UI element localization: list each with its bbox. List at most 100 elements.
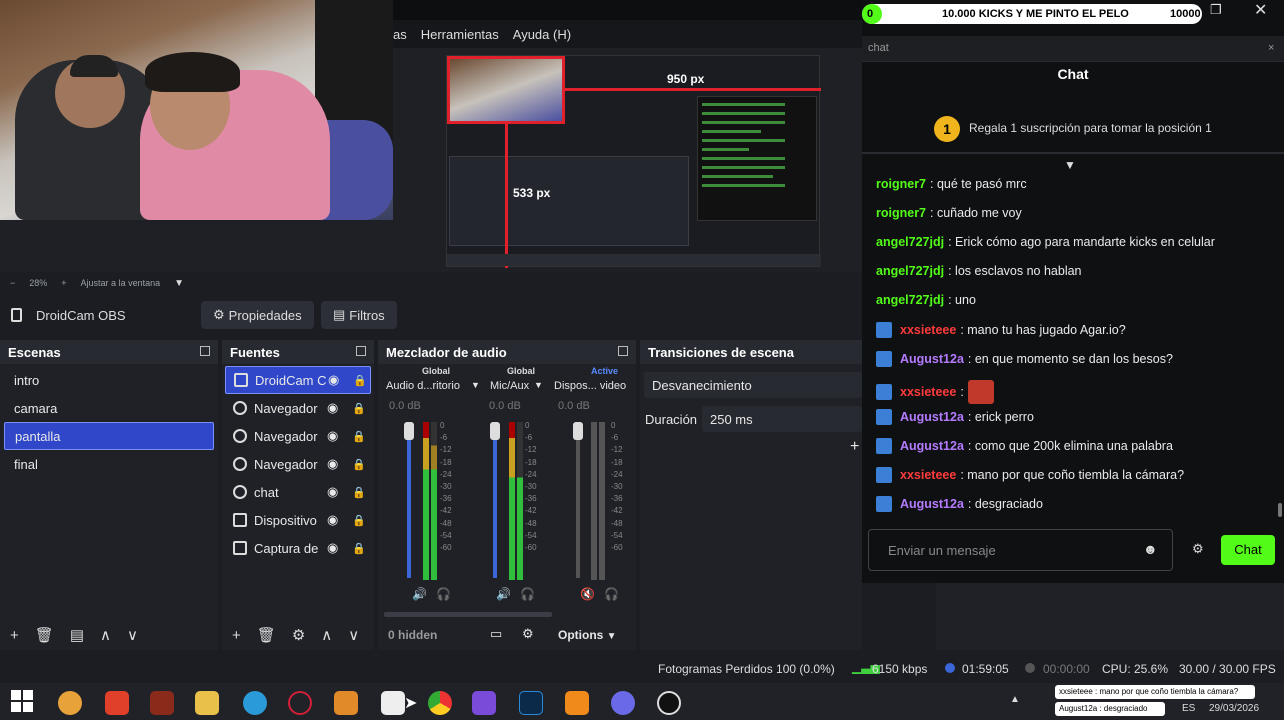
chat-username[interactable]: August12a (900, 410, 964, 424)
app-icon[interactable] (105, 691, 129, 715)
source-item[interactable]: Captura de ◉ 🔒 (225, 534, 371, 562)
menu-item-tools[interactable]: Herramientas (421, 27, 499, 42)
source-item[interactable]: chat ◉ 🔒 (225, 478, 371, 506)
scene-item-selected[interactable]: pantalla (4, 422, 214, 450)
chevron-up-icon[interactable]: ▲ (1010, 694, 1020, 705)
eye-icon[interactable]: ◉ (327, 512, 338, 528)
chat-username[interactable]: August12a (900, 497, 964, 511)
eye-icon[interactable]: ◉ (327, 456, 338, 472)
slider-handle[interactable] (490, 422, 500, 440)
trash-icon[interactable]: 🗑 (257, 626, 276, 644)
scene-item[interactable]: camara (4, 394, 214, 422)
speaker-icon[interactable]: 🔊 (496, 587, 511, 601)
move-up-icon[interactable]: ∧ (100, 626, 111, 644)
chevron-down-icon[interactable]: ▼ (174, 278, 184, 289)
notification[interactable]: xxsieteee : mano por que coño tiembla la… (1055, 685, 1255, 699)
headphones-icon[interactable]: 🎧 (520, 587, 535, 601)
browser-icon[interactable] (58, 691, 82, 715)
scene-item[interactable]: intro (4, 366, 214, 394)
menu-item-help[interactable]: Ayuda (H) (513, 27, 571, 42)
properties-button[interactable]: ⚙ Propiedades (201, 301, 314, 329)
eye-icon[interactable]: ◉ (328, 372, 339, 388)
capcut-icon[interactable] (381, 691, 405, 715)
eye-icon[interactable]: ◉ (327, 484, 338, 500)
lock-icon[interactable]: 🔒 (352, 514, 366, 527)
duration-input[interactable]: 250 ms (702, 406, 862, 432)
media-icon[interactable] (334, 691, 358, 715)
chat-username[interactable]: August12a (900, 352, 964, 366)
menu-item-partial[interactable]: as (393, 27, 407, 42)
zoom-fit-select[interactable]: Ajustar a la ventana (81, 278, 161, 288)
lock-icon[interactable]: 🔒 (353, 374, 367, 387)
slider-handle[interactable] (404, 422, 414, 440)
source-item[interactable]: Dispositivo ◉ 🔒 (225, 506, 371, 534)
headphones-icon[interactable]: 🎧 (604, 587, 619, 601)
source-item-selected[interactable]: DroidCam C ◉ 🔒 (225, 366, 371, 394)
game-icon[interactable] (150, 691, 174, 715)
undock-icon[interactable] (200, 346, 210, 356)
notification[interactable]: August12a : desgraciado (1055, 702, 1165, 716)
chevron-down-icon[interactable]: ▼ (534, 380, 543, 390)
chat-username[interactable]: angel727jdj (876, 235, 944, 249)
add-transition-icon[interactable]: + (850, 438, 859, 456)
chat-input[interactable]: Enviar un mensaje ☻ (868, 529, 1173, 571)
photoshop-icon[interactable] (519, 691, 543, 715)
slider-handle[interactable] (573, 422, 583, 440)
chat-username[interactable]: roigner7 (876, 177, 926, 191)
layout-icon[interactable]: ▭ (490, 626, 502, 642)
eye-icon[interactable]: ◉ (327, 400, 338, 416)
telegram-icon[interactable] (243, 691, 267, 715)
volume-slider[interactable] (407, 426, 411, 578)
send-chat-button[interactable]: Chat (1221, 535, 1275, 565)
lock-icon[interactable]: 🔒 (352, 430, 366, 443)
source-item[interactable]: Navegador ◉ 🔒 (225, 450, 371, 478)
zoom-in-button[interactable]: + (61, 278, 66, 288)
chat-username[interactable]: August12a (900, 439, 964, 453)
move-down-icon[interactable]: ∨ (127, 626, 138, 644)
headphones-icon[interactable]: 🎧 (436, 587, 451, 601)
chat-username[interactable]: angel727jdj (876, 264, 944, 278)
trash-icon[interactable]: 🗑 (35, 626, 54, 644)
chrome-icon[interactable] (428, 691, 452, 715)
eye-icon[interactable]: ◉ (327, 428, 338, 444)
chat-username[interactable]: roigner7 (876, 206, 926, 220)
transition-select[interactable]: Desvanecimiento (644, 372, 862, 398)
lock-icon[interactable]: 🔒 (352, 486, 366, 499)
close-icon[interactable]: ✕ (1254, 0, 1267, 20)
speaker-icon[interactable]: 🔊 (412, 587, 427, 601)
opera-icon[interactable] (288, 691, 312, 715)
undock-icon[interactable] (356, 346, 366, 356)
source-item[interactable]: Navegador ◉ 🔒 (225, 422, 371, 450)
language-indicator[interactable]: ES (1182, 703, 1195, 714)
gift-sub-banner[interactable]: Regala 1 suscripción para tomar la posic… (969, 121, 1212, 135)
discord-icon[interactable] (611, 691, 635, 715)
chat-username[interactable]: xxsieteee (900, 385, 956, 399)
chevron-down-icon[interactable]: ▼ (471, 380, 480, 390)
zoom-out-button[interactable]: − (10, 278, 15, 288)
gear-icon[interactable]: ⚙ (292, 626, 305, 644)
add-scene-icon[interactable]: + (10, 627, 19, 644)
chat-username[interactable]: xxsieteee (900, 468, 956, 482)
app-icon[interactable] (472, 691, 496, 715)
move-up-icon[interactable]: ∧ (321, 626, 332, 644)
move-down-icon[interactable]: ∨ (348, 626, 359, 644)
gear-icon[interactable]: ⚙ (522, 626, 534, 642)
lock-icon[interactable]: 🔒 (352, 402, 366, 415)
mixer-scrollbar[interactable] (384, 612, 552, 617)
lock-icon[interactable]: 🔒 (352, 542, 366, 555)
volume-slider[interactable] (576, 426, 580, 578)
vlc-icon[interactable] (565, 691, 589, 715)
chat-scrollbar[interactable] (1278, 503, 1282, 517)
folder-icon[interactable] (195, 691, 219, 715)
lock-icon[interactable]: 🔒 (352, 458, 366, 471)
restore-icon[interactable]: ❐ (1210, 2, 1222, 18)
eye-icon[interactable]: ◉ (327, 540, 338, 556)
windows-start-icon[interactable] (11, 690, 33, 712)
chat-username[interactable]: angel727jdj (876, 293, 944, 307)
source-item[interactable]: Navegador ◉ 🔒 (225, 394, 371, 422)
add-source-icon[interactable]: + (232, 627, 241, 644)
gear-icon[interactable]: ⚙ (1192, 541, 1204, 557)
volume-slider[interactable] (493, 426, 497, 578)
options-button[interactable]: Options ▼ (558, 628, 617, 642)
close-icon[interactable]: × (1268, 42, 1274, 54)
